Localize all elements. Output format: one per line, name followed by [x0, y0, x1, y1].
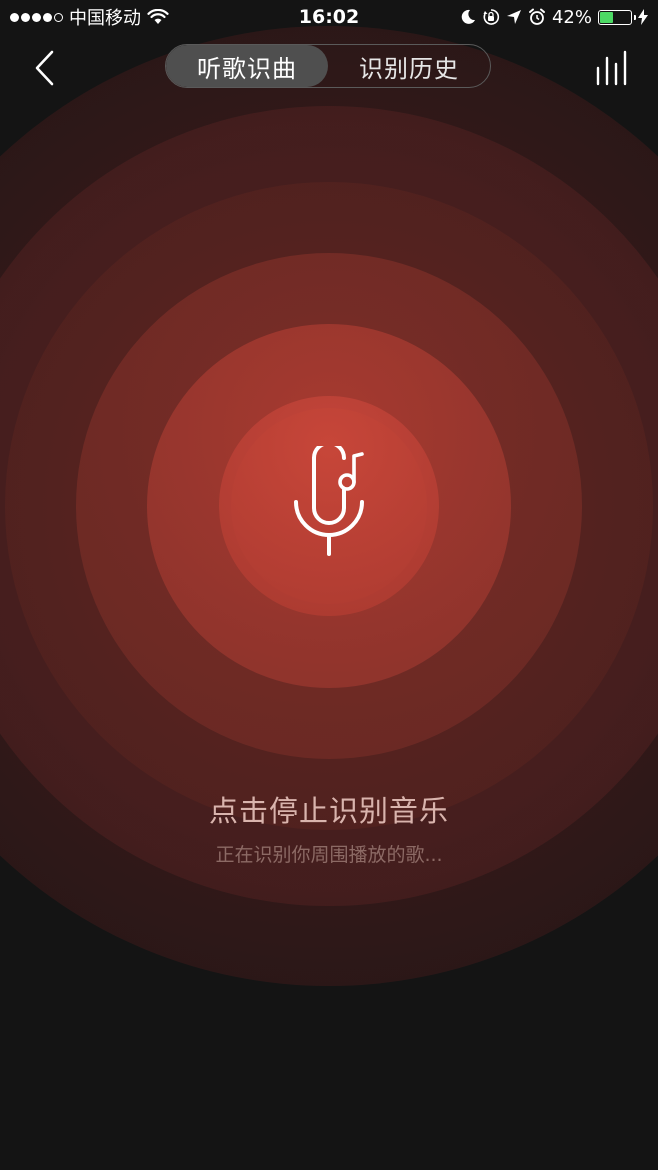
equalizer-button[interactable] [594, 48, 634, 88]
signal-dot [54, 12, 63, 22]
location-arrow-icon [506, 10, 521, 24]
charging-bolt-icon [638, 9, 648, 25]
carrier-name: 中国移动 [69, 8, 141, 29]
battery-fill [600, 11, 613, 23]
header: 听歌识曲 识别历史 [0, 40, 658, 94]
signal-dot [32, 12, 41, 22]
battery-percent: 42% [551, 6, 592, 28]
status-time: 16:02 [298, 6, 360, 28]
tab-recognition-history[interactable]: 识别历史 [328, 45, 490, 87]
tab-switcher: 听歌识曲 识别历史 [165, 44, 491, 88]
signal-strength [10, 12, 63, 22]
back-button[interactable] [28, 48, 64, 88]
stop-recognition-hint: 点击停止识别音乐 [208, 794, 449, 828]
wifi-icon [147, 9, 169, 24]
recognition-status: 正在识别你周围播放的歌... [215, 844, 443, 866]
tab-song-recognition[interactable]: 听歌识曲 [166, 45, 328, 87]
battery-indicator [598, 9, 636, 25]
screen: 中国移动 16:02 42% 听歌识曲 识别历史 点击停止识别音乐 正在识别你周… [0, 0, 658, 1170]
equalizer-bars-icon [596, 50, 627, 86]
signal-dot [10, 12, 19, 22]
status-bar-left: 中国移动 [10, 4, 169, 30]
microphone-music-note-icon [294, 446, 364, 556]
alarm-clock-icon [528, 8, 545, 25]
moon-icon [461, 9, 475, 24]
status-bar-right: 42% [460, 7, 648, 28]
signal-dot [21, 12, 30, 22]
rotation-lock-icon [483, 9, 500, 25]
status-bar: 中国移动 16:02 42% [0, 0, 658, 34]
chevron-left-icon [35, 50, 54, 86]
signal-dot [43, 12, 52, 22]
